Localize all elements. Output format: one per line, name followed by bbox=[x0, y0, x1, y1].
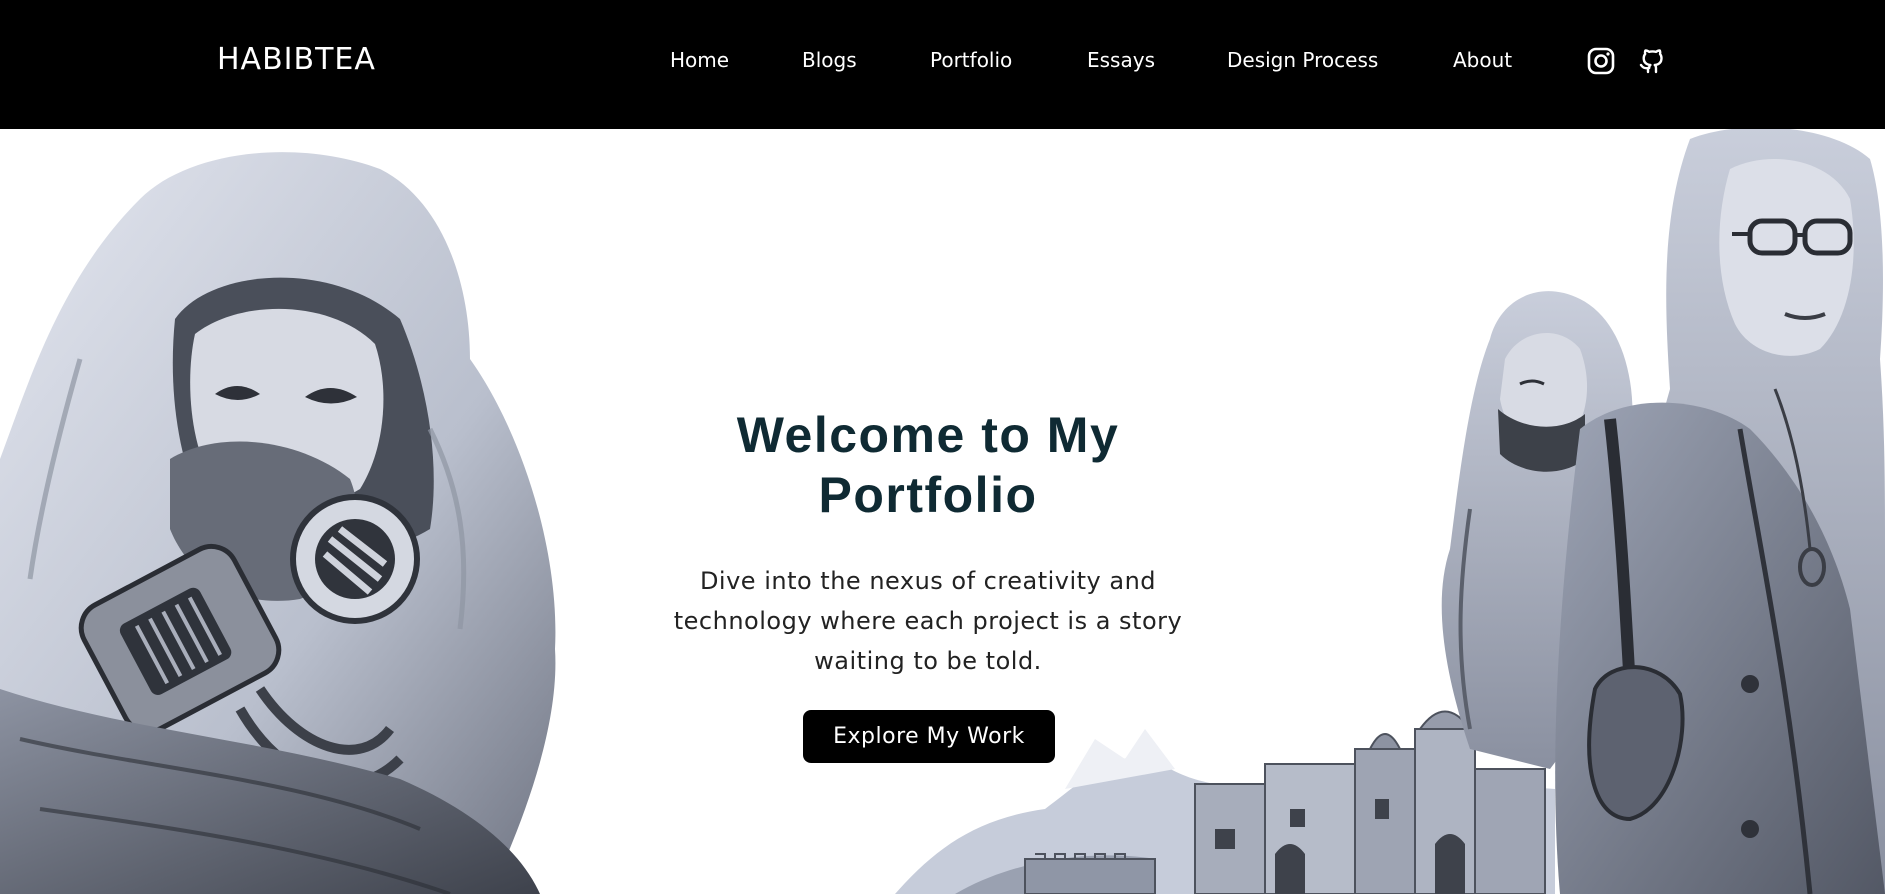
hero-section: Welcome to My Portfolio Dive into the ne… bbox=[0, 129, 1885, 894]
two-women-hijab-sketch bbox=[1410, 129, 1885, 894]
hero-subtitle-line-3: waiting to be told. bbox=[814, 647, 1042, 675]
nav-link-essays[interactable]: Essays bbox=[1087, 48, 1155, 72]
nav-link-blogs[interactable]: Blogs bbox=[802, 48, 857, 72]
nav-link-home[interactable]: Home bbox=[670, 48, 729, 72]
nav-link-design-process[interactable]: Design Process bbox=[1227, 48, 1378, 72]
github-icon[interactable] bbox=[1637, 46, 1667, 76]
hero-title-line-1: Welcome to My bbox=[736, 407, 1120, 463]
instagram-icon[interactable] bbox=[1586, 46, 1616, 76]
hero-subtitle-line-2: technology where each project is a story bbox=[673, 607, 1183, 635]
hero-title-line-2: Portfolio bbox=[818, 467, 1038, 523]
top-navbar: HABIBTEA Home Blogs Portfolio Essays Des… bbox=[0, 0, 1885, 129]
hero-title: Welcome to My Portfolio bbox=[628, 405, 1228, 525]
nav-link-portfolio[interactable]: Portfolio bbox=[930, 48, 1012, 72]
explore-my-work-button[interactable]: Explore My Work bbox=[803, 710, 1055, 763]
nav-link-about[interactable]: About bbox=[1453, 48, 1512, 72]
hero-subtitle: Dive into the nexus of creativity and te… bbox=[648, 561, 1208, 681]
hero-subtitle-line-1: Dive into the nexus of creativity and bbox=[699, 567, 1157, 595]
hooded-gas-mask-sketch bbox=[0, 129, 570, 894]
